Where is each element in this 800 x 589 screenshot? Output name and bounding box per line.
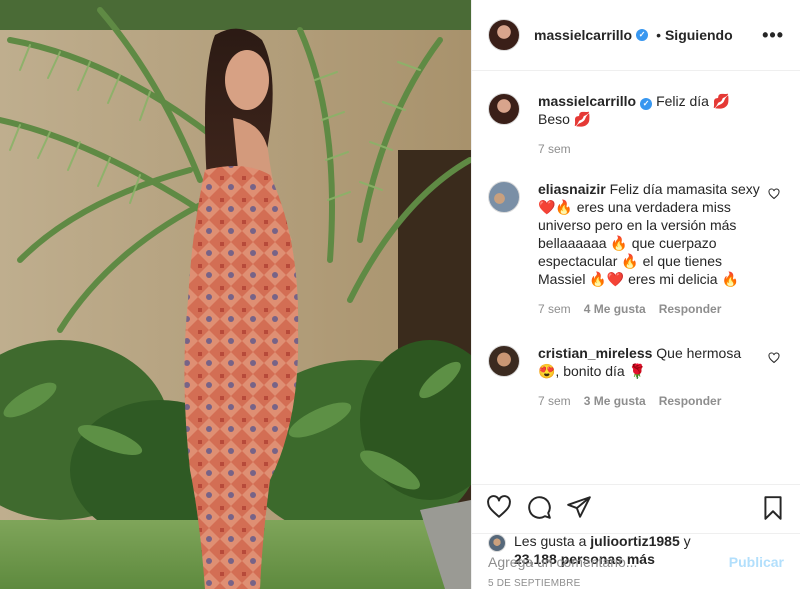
- comment-time[interactable]: 7 sem: [538, 300, 571, 318]
- reply-button[interactable]: Responder: [659, 300, 722, 318]
- heart-icon[interactable]: [486, 494, 512, 520]
- comment-heart-icon[interactable]: [768, 188, 780, 200]
- caption-avatar[interactable]: [488, 93, 520, 125]
- verified-badge-icon: ✓: [636, 29, 649, 41]
- post-header: massielcarrillo ✓ • Siguiendo •••: [472, 0, 800, 71]
- following-button[interactable]: Siguiendo: [665, 27, 733, 43]
- comments-section: massielcarrillo ✓ Feliz día 💋 Beso 💋 7 sem…: [472, 71, 800, 484]
- comment-likes[interactable]: 4 Me gusta: [584, 300, 646, 318]
- share-icon[interactable]: [566, 494, 592, 520]
- caption-username[interactable]: massielcarrillo: [538, 93, 636, 109]
- comment-time[interactable]: 7 sem: [538, 392, 571, 410]
- comment-likes[interactable]: 3 Me gusta: [584, 392, 646, 410]
- publish-button[interactable]: Publicar: [729, 554, 784, 570]
- comment-item: cristian_mireless Que hermosa 😍, bonito …: [488, 344, 784, 410]
- reply-button[interactable]: Responder: [659, 392, 722, 410]
- commenter-avatar[interactable]: [488, 345, 520, 377]
- verified-badge-icon: ✓: [640, 98, 653, 110]
- comment-heart-icon[interactable]: [768, 352, 780, 364]
- comment-icon[interactable]: [526, 494, 552, 520]
- post-side-panel: massielcarrillo ✓ • Siguiendo ••• massie…: [471, 0, 800, 589]
- comment-item: eliasnaizir Feliz día mamasita sexy ❤️🔥 …: [488, 180, 784, 318]
- header-separator: •: [656, 27, 661, 43]
- post-actions: [472, 484, 800, 528]
- comment-username[interactable]: cristian_mireless: [538, 345, 652, 361]
- post-photo[interactable]: [0, 0, 471, 589]
- add-comment-bar: Publicar: [472, 533, 800, 589]
- author-avatar[interactable]: [488, 19, 520, 51]
- comment-username[interactable]: eliasnaizir: [538, 181, 606, 197]
- bookmark-icon[interactable]: [760, 495, 786, 521]
- caption-time[interactable]: 7 sem: [538, 140, 571, 158]
- more-options-icon[interactable]: •••: [762, 25, 784, 46]
- author-username[interactable]: massielcarrillo: [534, 27, 632, 43]
- photo-illustration: [0, 0, 471, 589]
- comment-input[interactable]: [488, 553, 729, 570]
- instagram-post: massielcarrillo ✓ • Siguiendo ••• massie…: [0, 0, 800, 589]
- commenter-avatar[interactable]: [488, 181, 520, 213]
- caption: massielcarrillo ✓ Feliz día 💋 Beso 💋 7 sem: [488, 92, 784, 158]
